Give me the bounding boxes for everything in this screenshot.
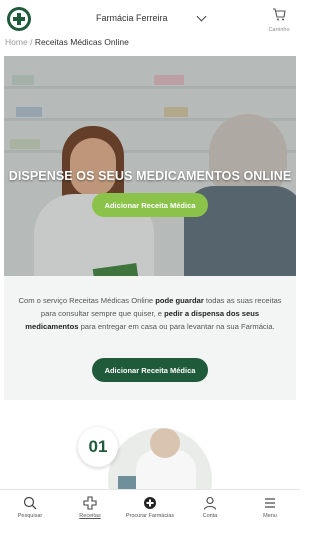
step-number-badge: 01 <box>78 427 118 467</box>
desc-bold-1: pode guardar <box>155 296 204 305</box>
nav-item-find-pharmacies[interactable]: Procurar Farmácias <box>122 496 178 520</box>
pharmacy-logo-icon[interactable] <box>7 7 31 31</box>
nav-label-menu: Menu <box>263 513 277 519</box>
nav-label-find-pharmacies: Procurar Farmácias <box>125 513 175 519</box>
logo-cross <box>10 10 28 28</box>
nav-item-prescriptions[interactable]: Receitas <box>62 496 118 520</box>
app-header: Farmácia Ferreira Carrinho <box>0 0 300 36</box>
cart-icon <box>273 8 286 21</box>
nav-item-menu[interactable]: Menu <box>242 496 298 520</box>
service-description-section: Com o serviço Receitas Médicas Online po… <box>4 276 296 400</box>
add-prescription-button[interactable]: Adicionar Receita Médica <box>92 193 208 217</box>
desc-text-1: Com o serviço Receitas Médicas Online <box>18 296 156 305</box>
nav-label-prescriptions: Receitas <box>79 513 101 519</box>
location-cross-icon <box>144 497 156 509</box>
breadcrumb-home[interactable]: Home <box>5 37 28 47</box>
store-name: Farmácia Ferreira <box>96 13 168 23</box>
chevron-down-icon[interactable] <box>196 11 207 22</box>
desc-text-3: para entregar em casa ou para levantar n… <box>78 322 275 331</box>
breadcrumb-separator: / <box>30 37 33 47</box>
pharmacy-cross-icon <box>83 496 97 510</box>
nav-label-search: Pesquisar <box>17 513 43 519</box>
hero-banner: DISPENSE OS SEUS MEDICAMENTOS ONLINE Adi… <box>4 56 296 276</box>
doctor-head <box>150 428 180 458</box>
store-selector[interactable]: Farmácia Ferreira <box>96 13 168 23</box>
nav-label-account: Conta <box>202 513 218 519</box>
bottom-navigation: Pesquisar Receitas Procurar Farmácias Co… <box>0 489 300 533</box>
cart-label: Carrinho <box>268 27 290 33</box>
add-prescription-button-secondary[interactable]: Adicionar Receita Médica <box>92 358 208 382</box>
hero-overlay <box>4 56 296 276</box>
search-icon <box>23 496 37 510</box>
service-description: Com o serviço Receitas Médicas Online po… <box>14 294 286 333</box>
cart-button[interactable]: Carrinho <box>266 8 292 33</box>
nav-item-account[interactable]: Conta <box>182 496 238 520</box>
breadcrumb-current: Receitas Médicas Online <box>34 37 129 47</box>
hero-title: DISPENSE OS SEUS MEDICAMENTOS ONLINE <box>8 169 292 183</box>
hamburger-menu-icon <box>265 498 275 508</box>
nav-item-search[interactable]: Pesquisar <box>2 496 58 520</box>
user-icon <box>203 496 217 510</box>
breadcrumb: Home / Receitas Médicas Online <box>5 37 129 47</box>
